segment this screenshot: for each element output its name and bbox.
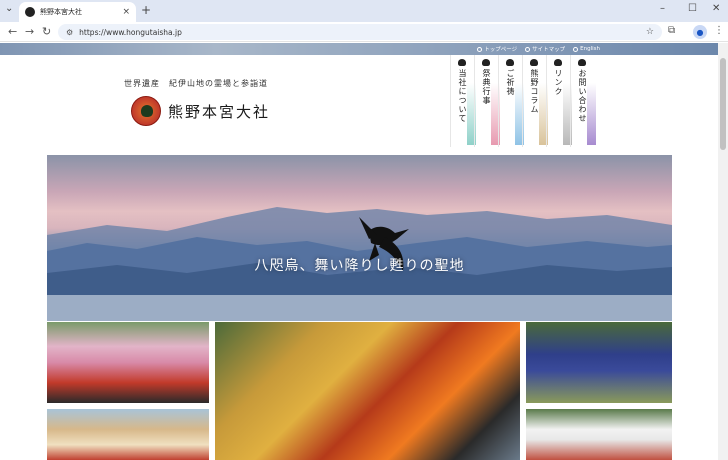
profile-avatar-icon[interactable]: ●	[693, 25, 707, 39]
back-icon[interactable]: ←	[8, 25, 17, 38]
top-link-home[interactable]: トップページ	[477, 45, 517, 53]
tab-title: 熊野本宮大社	[40, 8, 82, 16]
extensions-icon[interactable]: ⧉	[668, 25, 675, 36]
circle-icon	[477, 46, 483, 52]
top-link-sitemap[interactable]: サイトマップ	[525, 45, 565, 53]
global-nav: 当社について 祭典行事 ご祈祷 熊野コラム リンク お問い合わせ	[450, 55, 596, 147]
tab-close-icon[interactable]: ×	[122, 7, 130, 17]
profile-icon: ●	[696, 27, 704, 37]
circle-icon	[573, 46, 579, 52]
minimize-icon[interactable]: –	[660, 3, 665, 14]
forward-icon[interactable]: →	[25, 25, 34, 38]
scrollbar-thumb[interactable]	[720, 58, 726, 150]
site-logo-text[interactable]: 熊野本宮大社	[168, 101, 270, 122]
mountain-landscape	[47, 207, 672, 321]
hero-title: 八咫烏、舞い降りし甦りの聖地	[254, 258, 465, 274]
festival-photo-5[interactable]	[526, 409, 672, 460]
nav-item-links[interactable]: リンク	[546, 55, 572, 147]
site-settings-icon[interactable]: ⚙	[66, 28, 73, 37]
festival-photo-3[interactable]	[526, 322, 672, 403]
nav-item-contact[interactable]: お問い合わせ	[570, 55, 596, 147]
top-banner-strip	[0, 43, 718, 55]
nav-item-festivals[interactable]: 祭典行事	[474, 55, 500, 147]
nav-item-prayer[interactable]: ご祈祷	[498, 55, 524, 147]
web-page: トップページ サイトマップ English 世界遺産 紀伊山地の霊場と参詣道 熊…	[0, 43, 718, 460]
bookmark-star-icon[interactable]: ☆	[646, 27, 654, 37]
nav-item-column[interactable]: 熊野コラム	[522, 55, 548, 147]
hero-banner: 八咫烏、舞い降りし甦りの聖地	[47, 155, 672, 321]
top-link-english[interactable]: English	[573, 45, 600, 53]
crow-icon	[458, 59, 466, 66]
browser-tab-bar: 熊野本宮大社 × + ⌄ – ☐ ✕	[0, 0, 728, 22]
crow-icon	[578, 59, 586, 66]
circle-icon	[525, 46, 531, 52]
crow-icon	[554, 59, 562, 66]
top-links: トップページ サイトマップ English	[477, 45, 600, 53]
browser-toolbar: ← → ↻ ⚙ https://www.hongutaisha.jp ☆ ⧉ ⋮	[0, 22, 728, 42]
nav-color-bar	[587, 83, 596, 145]
nav-item-about[interactable]: 当社について	[450, 55, 476, 147]
festival-photo-4[interactable]	[47, 409, 209, 460]
browser-tab[interactable]: 熊野本宮大社 ×	[19, 2, 136, 22]
festival-photo-1[interactable]	[47, 322, 209, 403]
reload-icon[interactable]: ↻	[42, 25, 51, 38]
tab-list-icon[interactable]: ⌄	[5, 3, 13, 14]
maximize-icon[interactable]: ☐	[688, 3, 697, 14]
shrine-crest-logo-icon[interactable]	[131, 96, 161, 126]
close-window-icon[interactable]: ✕	[712, 3, 720, 14]
favicon-icon	[25, 7, 35, 17]
festival-photo-2[interactable]	[215, 322, 520, 460]
new-tab-icon[interactable]: +	[141, 3, 151, 17]
crow-icon	[482, 59, 490, 66]
crow-icon	[530, 59, 538, 66]
url-text[interactable]: https://www.hongutaisha.jp	[79, 28, 640, 37]
menu-icon[interactable]: ⋮	[714, 25, 724, 36]
crow-icon	[506, 59, 514, 66]
site-tagline: 世界遺産 紀伊山地の霊場と参詣道	[124, 79, 268, 88]
address-bar[interactable]: ⚙ https://www.hongutaisha.jp ☆	[58, 24, 662, 40]
